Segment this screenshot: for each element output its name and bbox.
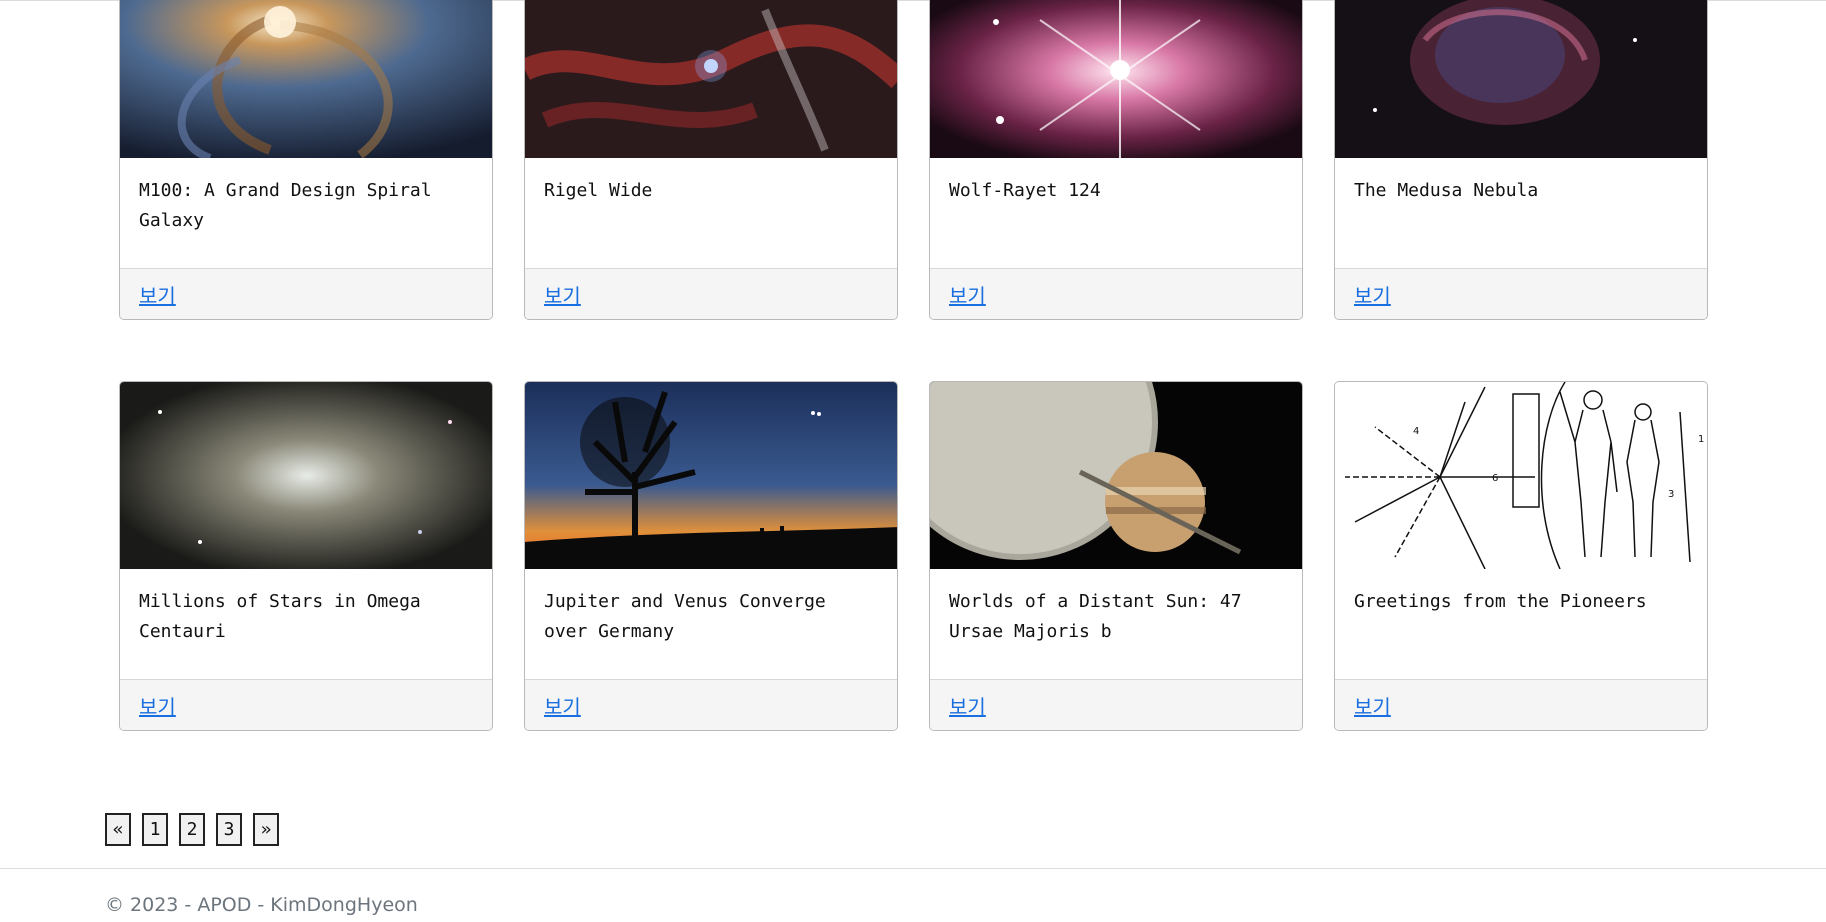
- footer-copyright: © 2023 - APOD - KimDongHyeon: [105, 894, 418, 916]
- card-image-omega-centauri[interactable]: [120, 382, 492, 569]
- svg-text:3: 3: [1668, 489, 1674, 500]
- apod-card: 4 6 3 1 Greetings from the Pioneers 보기: [1334, 381, 1708, 731]
- card-title: Worlds of a Distant Sun: 47 Ursae Majori…: [949, 591, 1242, 642]
- pagination-page-3[interactable]: 3: [216, 813, 242, 846]
- apod-card: Jupiter and Venus Converge over Germany …: [524, 381, 898, 731]
- pagination-page-2[interactable]: 2: [179, 813, 205, 846]
- svg-text:4: 4: [1413, 426, 1419, 437]
- card-footer: 보기: [120, 679, 492, 730]
- apod-card: Millions of Stars in Omega Centauri 보기: [119, 381, 493, 731]
- card-image-jupiter-venus[interactable]: [525, 382, 897, 569]
- view-link[interactable]: 보기: [949, 280, 986, 309]
- view-link[interactable]: 보기: [544, 691, 581, 720]
- apod-card: Rigel Wide 보기: [524, 0, 898, 320]
- view-link[interactable]: 보기: [139, 691, 176, 720]
- card-image-wolf-rayet[interactable]: [930, 0, 1302, 158]
- svg-text:6: 6: [1492, 473, 1498, 484]
- card-title: The Medusa Nebula: [1354, 180, 1539, 201]
- card-title: M100: A Grand Design Spiral Galaxy: [139, 180, 432, 231]
- card-footer: 보기: [1335, 268, 1707, 319]
- card-image-47-ursae-majoris-b[interactable]: [930, 382, 1302, 569]
- card-footer: 보기: [930, 268, 1302, 319]
- view-link[interactable]: 보기: [544, 280, 581, 309]
- view-link[interactable]: 보기: [1354, 691, 1391, 720]
- card-image-spiral-galaxy[interactable]: [120, 0, 492, 158]
- pagination-page-1[interactable]: 1: [142, 813, 168, 846]
- card-footer: 보기: [1335, 679, 1707, 730]
- card-image-medusa-nebula[interactable]: [1335, 0, 1707, 158]
- view-link[interactable]: 보기: [949, 691, 986, 720]
- card-title: Jupiter and Venus Converge over Germany: [544, 591, 826, 642]
- card-image-pioneer-plaque[interactable]: 4 6 3 1: [1335, 382, 1707, 569]
- card-footer: 보기: [930, 679, 1302, 730]
- apod-card: Wolf-Rayet 124 보기: [929, 0, 1303, 320]
- card-title: Millions of Stars in Omega Centauri: [139, 591, 421, 642]
- pagination-prev-button[interactable]: «: [105, 813, 131, 846]
- card-footer: 보기: [525, 679, 897, 730]
- card-image-rigel[interactable]: [525, 0, 897, 158]
- pagination: « 1 2 3 »: [105, 813, 279, 846]
- view-link[interactable]: 보기: [139, 280, 176, 309]
- footer-divider: [0, 868, 1826, 869]
- card-footer: 보기: [120, 268, 492, 319]
- card-footer: 보기: [525, 268, 897, 319]
- view-link[interactable]: 보기: [1354, 280, 1391, 309]
- svg-text:1: 1: [1698, 434, 1704, 445]
- apod-card: Worlds of a Distant Sun: 47 Ursae Majori…: [929, 381, 1303, 731]
- card-title: Rigel Wide: [544, 180, 653, 201]
- apod-card: M100: A Grand Design Spiral Galaxy 보기: [119, 0, 493, 320]
- card-title: Greetings from the Pioneers: [1354, 591, 1647, 612]
- apod-card: The Medusa Nebula 보기: [1334, 0, 1708, 320]
- pagination-next-button[interactable]: »: [253, 813, 279, 846]
- card-title: Wolf-Rayet 124: [949, 180, 1101, 201]
